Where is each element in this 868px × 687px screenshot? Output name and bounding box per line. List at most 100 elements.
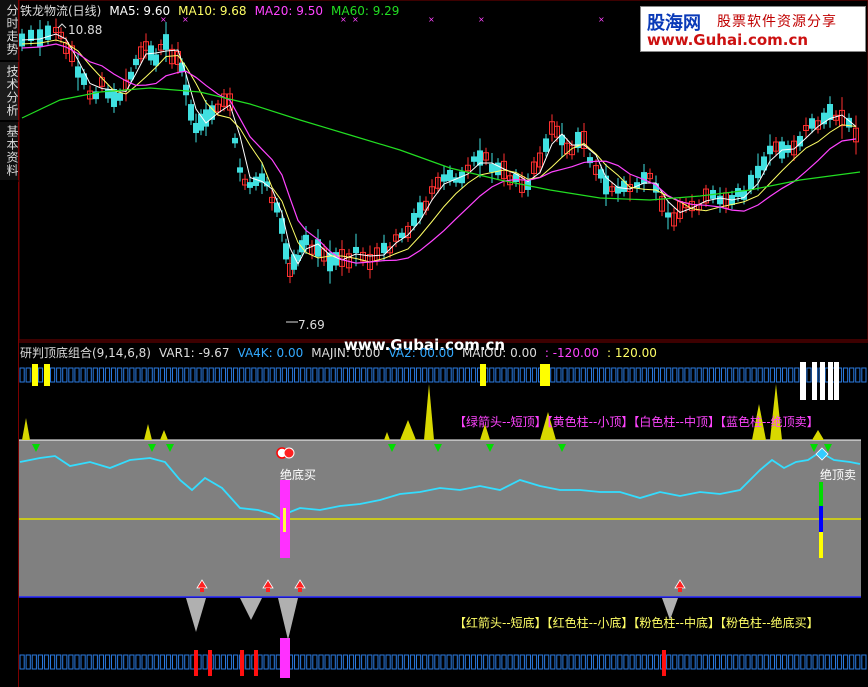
top-signal-strip-cell bbox=[519, 367, 525, 383]
top-signal-strip-cell bbox=[239, 367, 245, 383]
bottom-signal-strip-cell bbox=[379, 654, 385, 670]
bottom-signal-strip-cell bbox=[647, 654, 653, 670]
bottom-signal-strip-cell bbox=[300, 654, 306, 670]
bottom-signal-strip-cell bbox=[355, 654, 361, 670]
grey-valley bbox=[278, 598, 298, 640]
top-signal-strip-cell bbox=[440, 367, 446, 383]
bottom-signal-strip-cell bbox=[721, 654, 727, 670]
top-signal-strip-cell bbox=[226, 367, 233, 383]
bottom-signal-strip-cell bbox=[702, 654, 708, 670]
top-signal-strip-cell bbox=[98, 367, 105, 383]
top-signal-strip-cell bbox=[281, 367, 287, 383]
red-up-arrow-stem bbox=[200, 588, 204, 592]
red-bottom-signal bbox=[194, 650, 198, 676]
top-signal-strip-cell bbox=[178, 367, 184, 383]
bottom-signal-strip-cell bbox=[220, 654, 227, 670]
bottom-signal-strip-cell bbox=[800, 654, 806, 670]
top-signal-strip-cell bbox=[355, 367, 361, 383]
bottom-signal-strip-cell bbox=[306, 654, 312, 670]
bottom-signal-strip-cell bbox=[611, 654, 617, 670]
bottom-signal-strip-cell bbox=[513, 654, 519, 670]
top-signal-strip-cell bbox=[751, 367, 757, 383]
top-signal-strip-cell bbox=[794, 367, 800, 383]
top-signal-strip-cell bbox=[324, 367, 330, 383]
candle-body bbox=[237, 167, 243, 173]
top-signal-strip-cell bbox=[599, 367, 605, 383]
top-signal-strip-cell bbox=[611, 367, 617, 383]
bottom-signal-strip-cell bbox=[568, 654, 574, 670]
top-signal-strip-cell bbox=[172, 367, 178, 383]
bottom-signal-strip-cell bbox=[172, 654, 178, 670]
yellow-peak bbox=[400, 420, 416, 440]
grey-valley bbox=[186, 598, 206, 632]
top-signal-strip-cell bbox=[74, 367, 80, 383]
white-top-signal bbox=[820, 362, 825, 400]
top-signal-strip-cell bbox=[782, 367, 788, 383]
top-signal-strip-cell bbox=[50, 367, 56, 383]
yellow-peak bbox=[424, 384, 434, 440]
top-signal-strip-cell bbox=[507, 367, 513, 383]
yellow-top-signal bbox=[480, 364, 486, 386]
top-signal-strip-cell bbox=[294, 367, 300, 383]
top-signal-strip-cell bbox=[727, 367, 733, 383]
bottom-signal-strip-cell bbox=[470, 654, 477, 670]
candle-body bbox=[543, 138, 549, 152]
top-signal-strip-cell bbox=[464, 367, 470, 383]
bottom-signal-strip-cell bbox=[592, 654, 599, 670]
candle-body bbox=[665, 212, 671, 218]
top-signal-strip-cell bbox=[550, 367, 556, 383]
range-high-value: : 120.00 bbox=[607, 346, 657, 360]
bottom-signal-strip-cell bbox=[361, 654, 367, 670]
var1-value: VAR1: -9.67 bbox=[158, 346, 230, 360]
top-signal-strip-cell bbox=[403, 367, 409, 383]
yellow-top-signal bbox=[44, 364, 50, 386]
price-header: 铁龙物流(日线) MA5: 9.60 MA10: 9.68 MA20: 9.50 MA6… bbox=[20, 2, 407, 19]
top-signal-strip-cell bbox=[586, 367, 592, 383]
bottom-signal-strip-cell bbox=[428, 654, 434, 670]
candle-body bbox=[441, 174, 447, 182]
ma5-line bbox=[21, 33, 857, 266]
yellow-top-signal bbox=[32, 364, 38, 386]
bottom-signal-strip-cell bbox=[836, 654, 843, 670]
high-price-label: 10.88 bbox=[68, 23, 103, 37]
top-signal-strip-cell bbox=[111, 367, 117, 383]
bottom-signal-strip-cell bbox=[580, 654, 586, 670]
bottom-signal-strip-cell bbox=[178, 654, 184, 670]
top-signal-strip-cell bbox=[37, 367, 43, 383]
indicator-name: 研判顶底组合(9,14,6,8) bbox=[20, 346, 151, 360]
top-signal-strip-cell bbox=[446, 367, 452, 383]
yellow-top-signal bbox=[546, 364, 550, 386]
top-signal-strip-cell bbox=[580, 367, 586, 383]
bottom-signal-strip-cell bbox=[37, 654, 43, 670]
bottom-signal-strip-cell bbox=[184, 654, 190, 670]
bottom-signal-strip-cell bbox=[812, 654, 818, 670]
top-signal-strip-cell bbox=[385, 367, 391, 383]
bottom-signal-strip-cell bbox=[507, 654, 513, 670]
bottom-signal-strip-cell bbox=[757, 654, 763, 670]
bottom-signal-strip-cell bbox=[43, 654, 50, 670]
sell-column-green bbox=[819, 482, 823, 506]
bottom-signal-strip-cell bbox=[483, 654, 489, 670]
va2-value: VA2: 00.00 bbox=[388, 346, 454, 360]
bottom-signal-strip-cell bbox=[385, 654, 391, 670]
bottom-signal-strip-cell bbox=[458, 654, 464, 670]
top-signal-strip-cell bbox=[342, 367, 348, 383]
top-signal-strip-cell bbox=[843, 367, 849, 383]
top-signal-strip-cell bbox=[660, 367, 666, 383]
top-signal-strip-cell bbox=[147, 367, 153, 383]
bottom-signal-strip-cell bbox=[147, 654, 153, 670]
top-signal-strip-cell bbox=[556, 367, 562, 383]
top-signal-strip-cell bbox=[208, 367, 214, 383]
candle-body bbox=[767, 145, 773, 155]
bottom-signal-strip-cell bbox=[708, 654, 714, 670]
majin-value: MAJIN: 0.00 bbox=[311, 346, 381, 360]
bottom-signal-strip-cell bbox=[153, 654, 159, 670]
top-signal-strip-cell bbox=[269, 367, 275, 383]
bottom-signal-strip-cell bbox=[80, 654, 86, 670]
bottom-signal-strip-cell bbox=[562, 654, 568, 670]
candle-body bbox=[203, 109, 209, 127]
top-signal-strip-cell bbox=[190, 367, 196, 383]
top-signal-strip-cell bbox=[165, 367, 172, 383]
top-signal-strip-cell bbox=[202, 367, 208, 383]
top-signal-strip-cell bbox=[361, 367, 367, 383]
